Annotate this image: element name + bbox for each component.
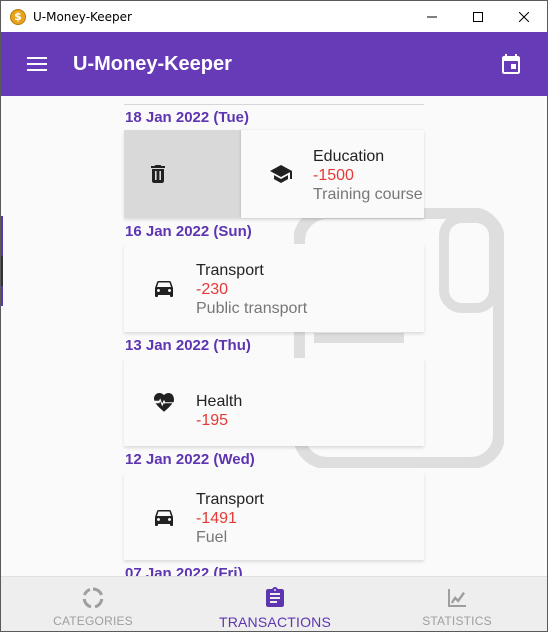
car-icon	[155, 281, 173, 297]
delete-icon	[151, 165, 165, 183]
maximize-button[interactable]	[455, 1, 501, 32]
transaction-card[interactable]: Transport -1491 Fuel	[124, 472, 424, 560]
transaction-details: Education -1500 Training course	[313, 147, 423, 204]
app-window: $ U-Money-Keeper U-Money-Keeper 18 Jan 2…	[0, 0, 548, 632]
close-icon	[519, 11, 529, 22]
transaction-details: Health -195	[196, 392, 242, 430]
nav-label: STATISTICS	[422, 614, 492, 628]
transaction-details: Transport -230 Public transport	[196, 261, 307, 318]
transaction-card-swiped[interactable]: Education -1500 Training course	[124, 130, 424, 218]
amount-value: -195	[196, 412, 229, 429]
app-title: U-Money-Keeper	[73, 52, 232, 75]
amount-value: -1491	[196, 510, 237, 527]
app-bar: U-Money-Keeper	[1, 32, 547, 96]
note-text: Public transport	[196, 300, 308, 317]
calendar-button[interactable]	[499, 52, 523, 76]
date-header: 18 Jan 2022 (Tue)	[125, 108, 249, 126]
transactions-list: 18 Jan 2022 (Tue) Education -1500 Traini…	[124, 96, 504, 577]
transactions-icon	[266, 587, 284, 607]
nav-statistics[interactable]: STATISTICS	[407, 577, 507, 631]
window-title: U-Money-Keeper	[33, 9, 132, 24]
date-header: 16 Jan 2022 (Sun)	[125, 222, 252, 240]
date-header: 13 Jan 2022 (Thu)	[125, 336, 251, 354]
left-edge-mark	[1, 256, 3, 286]
categories-icon	[82, 587, 104, 609]
date-header: 12 Jan 2022 (Wed)	[125, 450, 255, 468]
delete-action[interactable]	[124, 130, 242, 218]
bottom-navigation: CATEGORIES TRANSACTIONS STATISTICS	[1, 576, 547, 631]
app-coin-icon: $	[10, 8, 26, 25]
title-bar: $ U-Money-Keeper	[1, 1, 547, 32]
minimize-icon	[427, 16, 437, 17]
transaction-card[interactable]: Transport -230 Public transport	[124, 244, 424, 332]
maximize-icon	[473, 11, 483, 22]
close-button[interactable]	[501, 1, 547, 32]
category-label: Transport	[196, 262, 264, 279]
transactions-list-area[interactable]: 18 Jan 2022 (Tue) Education -1500 Traini…	[1, 96, 547, 576]
amount-value: -1500	[313, 167, 354, 184]
transaction-card[interactable]: Health -195	[124, 358, 424, 446]
nav-label: CATEGORIES	[53, 614, 133, 628]
nav-categories[interactable]: CATEGORIES	[43, 577, 143, 631]
heartbeat-icon	[154, 393, 174, 412]
minimize-button[interactable]	[409, 1, 455, 32]
menu-icon	[27, 57, 47, 71]
category-label: Education	[313, 148, 385, 165]
note-text: Fuel	[196, 529, 228, 546]
transaction-card[interactable]: Education -1500 Training course	[241, 130, 424, 218]
date-header: 07 Jan 2022 (Fri)	[125, 564, 243, 577]
category-label: Transport	[196, 491, 264, 508]
calendar-icon	[502, 54, 520, 74]
nav-transactions[interactable]: TRANSACTIONS	[205, 577, 345, 631]
menu-button[interactable]	[24, 51, 50, 77]
category-label: Health	[196, 393, 243, 410]
window-controls	[409, 1, 547, 32]
note-text: Training course	[313, 186, 423, 203]
graduation-cap-icon	[270, 165, 292, 183]
nav-label-active: TRANSACTIONS	[218, 614, 332, 630]
statistics-icon	[448, 589, 466, 607]
transaction-details: Transport -1491 Fuel	[196, 490, 264, 547]
car-icon	[155, 510, 173, 526]
amount-value: -230	[196, 281, 229, 298]
